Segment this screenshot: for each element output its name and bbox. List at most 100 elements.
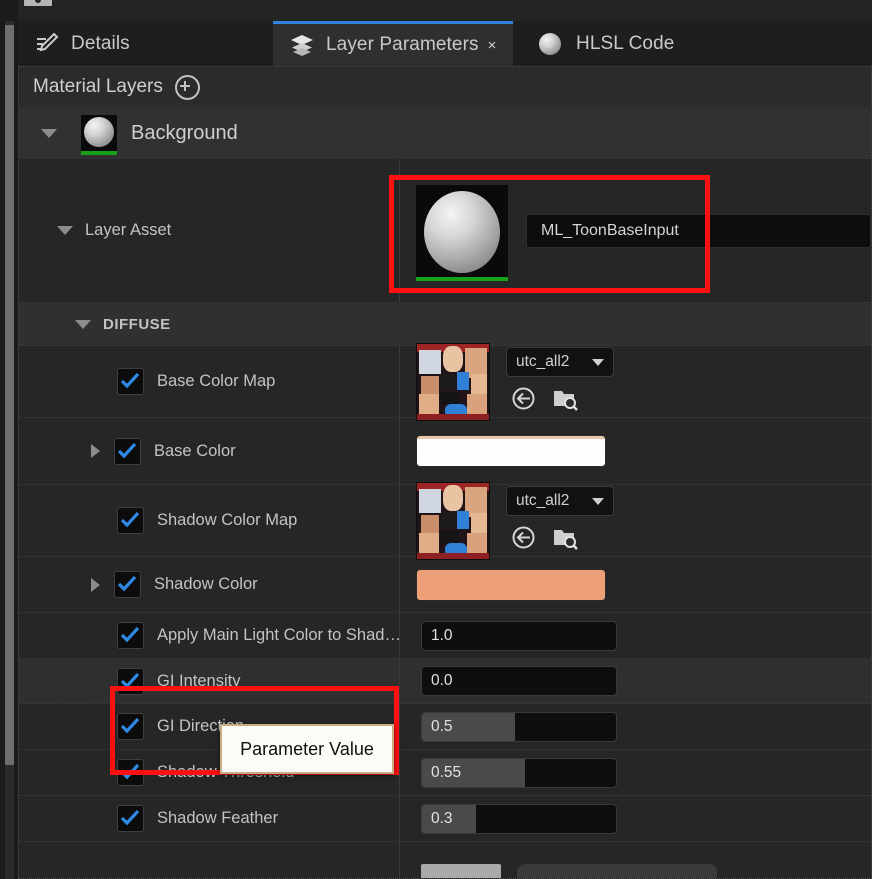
row-layer-asset: Layer Asset ML_ToonBaseInput [19, 159, 871, 303]
partial-field[interactable] [517, 864, 717, 878]
details-pencil-icon [34, 31, 60, 57]
shadow-color-map-value-col: utc_all2 [399, 481, 871, 560]
apply-main-light-label: Apply Main Light Color to Shad… [157, 626, 401, 644]
partial-swatch[interactable] [421, 864, 501, 878]
row-gi-intensity: GI Intensity 0.0 [19, 659, 871, 704]
plus-circle-icon[interactable] [174, 74, 200, 100]
window-top-strip [0, 0, 872, 21]
section-diffuse-label: DIFFUSE [103, 315, 171, 333]
use-selected-asset-icon[interactable] [511, 386, 536, 416]
base-color-map-label: Base Color Map [157, 372, 276, 390]
tab-hlsl-code[interactable]: HLSL Code [523, 21, 753, 66]
checkbox-shadow-color[interactable] [114, 571, 141, 598]
layer-parameters-panel: Material Layers Background Layer Asset M… [18, 66, 872, 879]
gi-direction-value: 0.5 [431, 717, 453, 735]
gi-intensity-value-col: 0.0 [399, 659, 871, 703]
texture-thumbnail[interactable] [416, 481, 490, 560]
browse-to-asset-icon[interactable] [552, 386, 579, 416]
row-gi-direction: GI Direction 0.5 [19, 704, 871, 750]
vertical-scrollbar-track[interactable] [5, 21, 14, 879]
use-selected-asset-icon[interactable] [511, 525, 536, 555]
gi-intensity-value: 0.0 [431, 672, 453, 689]
shadow-color-map-label: Shadow Color Map [157, 511, 298, 529]
chevron-down-icon[interactable] [57, 226, 73, 235]
close-icon[interactable]: × [488, 37, 497, 54]
shadow-color-value-col [399, 557, 871, 612]
checkbox-shadow-feather[interactable] [117, 805, 144, 832]
gi-direction-value-field[interactable]: 0.5 [421, 711, 617, 742]
base-color-label: Base Color [154, 441, 236, 460]
shadow-feather-value-col: 0.3 [399, 796, 871, 841]
asset-action-icons [506, 386, 579, 416]
apply-main-light-value-col: 1.0 [399, 613, 871, 658]
sphere-material-icon [539, 31, 565, 57]
checkbox-base-color[interactable] [114, 437, 141, 465]
tab-hlsl-code-label: HLSL Code [576, 32, 675, 54]
tab-bar: Details Layer Parameters × HLSL Code [18, 21, 872, 66]
chevron-right-icon[interactable] [91, 577, 100, 592]
tab-layer-parameters-label: Layer Parameters [326, 34, 479, 55]
chevron-right-icon[interactable] [91, 444, 100, 458]
apply-main-light-value-field[interactable]: 1.0 [421, 620, 617, 651]
shadow-feather-value: 0.3 [431, 809, 453, 827]
chevron-down-icon[interactable] [75, 319, 91, 329]
chevron-down-icon [592, 497, 604, 505]
row-next-partial [19, 842, 871, 878]
checkbox-gi-direction[interactable] [117, 713, 144, 740]
shadow-color-swatch[interactable] [416, 568, 606, 601]
next-partial-value-col [399, 842, 871, 878]
shadow-threshold-value: 0.55 [431, 763, 462, 781]
section-diffuse[interactable]: DIFFUSE [19, 303, 871, 346]
tab-layer-parameters[interactable]: Layer Parameters × [273, 21, 513, 66]
tooltip-parameter-value: Parameter Value [220, 724, 394, 774]
chevron-down-icon [592, 358, 604, 366]
gi-intensity-value-field[interactable]: 0.0 [421, 666, 617, 696]
shadow-threshold-value-field[interactable]: 0.55 [421, 757, 617, 788]
layers-stack-icon [289, 32, 315, 58]
vertical-scrollbar-thumb[interactable] [5, 25, 14, 765]
partial-toolbar-icon [24, 0, 52, 6]
chevron-down-icon[interactable] [41, 128, 57, 138]
base-color-swatch[interactable] [416, 435, 606, 467]
checkbox-shadow-color-map[interactable] [117, 507, 144, 534]
layer-group-background[interactable]: Background [19, 107, 871, 159]
texture-thumbnail[interactable] [416, 342, 490, 421]
checkbox-shadow-threshold[interactable] [117, 759, 144, 786]
layer-asset-thumbnail[interactable] [416, 184, 508, 281]
shadow-feather-label: Shadow Feather [157, 809, 279, 827]
row-shadow-color: Shadow Color [19, 557, 871, 613]
layer-name-label: Background [131, 121, 238, 144]
material-layers-title: Material Layers [33, 76, 163, 97]
base-color-map-value-col: utc_all2 [399, 342, 871, 421]
gi-intensity-label: GI Intensity [157, 671, 241, 690]
shadow-color-label: Shadow Color [154, 575, 258, 593]
layer-asset-name-field[interactable]: ML_ToonBaseInput [526, 213, 871, 248]
base-color-map-controls: utc_all2 [506, 347, 614, 416]
asset-action-icons [506, 525, 579, 555]
row-shadow-feather: Shadow Feather 0.3 [19, 796, 871, 842]
texture-asset-name: utc_all2 [516, 492, 570, 509]
checkbox-gi-intensity[interactable] [117, 667, 144, 695]
gi-direction-value-col: 0.5 [399, 704, 871, 749]
base-color-value-col [399, 418, 871, 484]
row-shadow-color-map: Shadow Color Map utc_all2 [19, 481, 871, 560]
texture-asset-dropdown[interactable]: utc_all2 [506, 486, 614, 516]
shadow-threshold-value-col: 0.55 [399, 750, 871, 795]
tooltip-text: Parameter Value [240, 738, 374, 759]
checkbox-base-color-map[interactable] [117, 368, 144, 395]
shadow-color-map-controls: utc_all2 [506, 486, 614, 555]
top-strip-left-gutter [0, 0, 18, 21]
row-base-color-map: Base Color Map utc_all2 [19, 342, 871, 421]
tab-details[interactable]: Details [18, 21, 273, 66]
layer-asset-label: Layer Asset [85, 221, 172, 239]
shadow-feather-value-field[interactable]: 0.3 [421, 803, 617, 834]
texture-asset-dropdown[interactable]: utc_all2 [506, 347, 614, 377]
material-layers-header: Material Layers [19, 67, 871, 107]
browse-to-asset-icon[interactable] [552, 525, 579, 555]
row-shadow-threshold: Shadow Threshold 0.55 [19, 750, 871, 796]
layer-thumbnail[interactable] [81, 115, 117, 155]
checkbox-apply-main-light-color[interactable] [117, 622, 144, 649]
texture-asset-name: utc_all2 [516, 353, 570, 370]
row-apply-main-light-color: Apply Main Light Color to Shad… 1.0 [19, 613, 871, 659]
tab-details-label: Details [71, 32, 130, 54]
